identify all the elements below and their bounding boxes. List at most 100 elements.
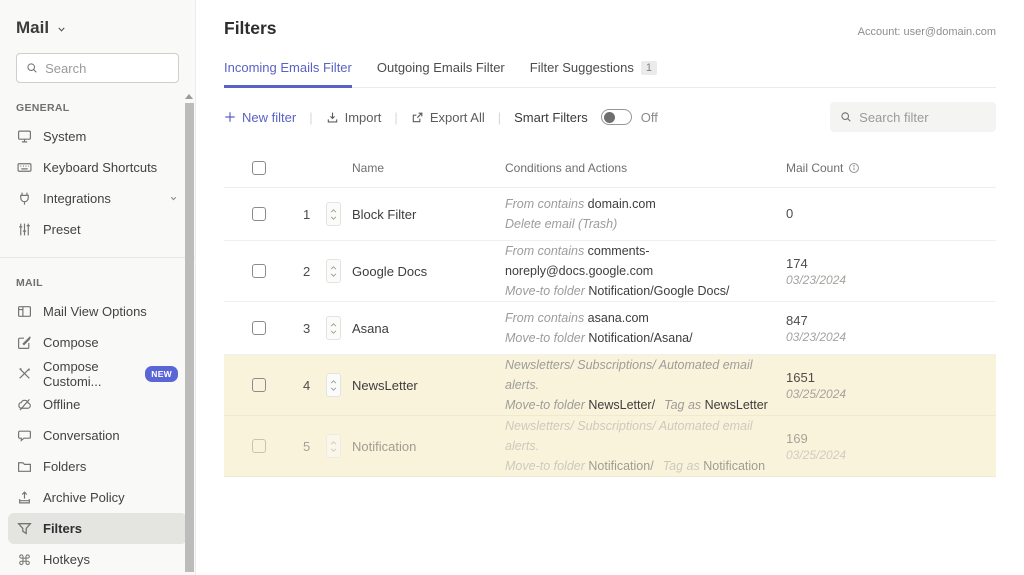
search-icon	[26, 61, 38, 75]
sidebar-item-label: Archive Policy	[43, 490, 125, 505]
tab-outgoing-emails-filter[interactable]: Outgoing Emails Filter	[377, 60, 505, 88]
folder-icon	[17, 459, 32, 474]
import-button[interactable]: Import	[326, 110, 382, 125]
sidebar-scrollbar[interactable]	[184, 94, 194, 575]
mail-count-cell: 847 03/23/2024	[786, 313, 996, 344]
filter-tabs: Incoming Emails Filter Outgoing Emails F…	[224, 60, 996, 88]
toolbar-separator: |	[498, 110, 501, 125]
filter-name[interactable]: NewsLetter	[352, 378, 505, 393]
row-checkbox[interactable]	[252, 439, 266, 453]
filter-name[interactable]: Google Docs	[352, 264, 505, 279]
sidebar-item-system[interactable]: System	[8, 121, 187, 152]
sidebar-item-integrations[interactable]: Integrations	[8, 183, 187, 214]
filter-conditions: From contains domain.com Delete email (T…	[505, 194, 786, 234]
filter-conditions: From contains asana.com Move-to folder N…	[505, 308, 786, 348]
page-title: Filters	[224, 18, 277, 39]
row-checkbox[interactable]	[252, 378, 266, 392]
settings-window: Mail GENERAL System Keyboard Shortcuts I…	[0, 0, 1024, 575]
filter-order: 3	[300, 321, 326, 336]
order-stepper[interactable]	[326, 434, 341, 458]
sidebar-item-label: Hotkeys	[43, 552, 90, 567]
tab-filter-suggestions[interactable]: Filter Suggestions 1	[530, 60, 657, 88]
tab-incoming-emails-filter[interactable]: Incoming Emails Filter	[224, 60, 352, 88]
smart-filters-toggle[interactable]	[601, 109, 632, 125]
sidebar-item-label: Preset	[43, 222, 81, 237]
order-stepper[interactable]	[326, 202, 341, 226]
order-stepper[interactable]	[326, 316, 341, 340]
chevron-down-icon	[330, 448, 337, 452]
mail-settings-menu[interactable]: Mail	[0, 0, 195, 38]
sidebar-section-general: GENERAL	[16, 102, 179, 114]
sidebar-search-input[interactable]	[45, 61, 169, 76]
sidebar-item-label: Folders	[43, 459, 86, 474]
search-filter-box	[830, 102, 996, 132]
settings-sidebar: Mail GENERAL System Keyboard Shortcuts I…	[0, 0, 196, 575]
sidebar-item-filters[interactable]: Filters	[8, 513, 187, 544]
table-row: 2 Google Docs From contains comments-nor…	[224, 241, 996, 302]
toggle-knob	[604, 112, 615, 123]
sidebar-item-label: System	[43, 129, 86, 144]
system-icon	[17, 129, 32, 144]
filter-name[interactable]: Asana	[352, 321, 505, 336]
sidebar-item-archive-policy[interactable]: Archive Policy	[8, 482, 187, 513]
sidebar-item-keyboard-shortcuts[interactable]: Keyboard Shortcuts	[8, 152, 187, 183]
column-header-name: Name	[352, 161, 505, 175]
column-header-mail-count: Mail Count	[786, 161, 996, 175]
sidebar-item-mail-view-options[interactable]: Mail View Options	[8, 296, 187, 327]
filter-order: 2	[300, 264, 326, 279]
table-row-highlighted: 4 NewsLetter Newsletters/ Subscriptions/…	[224, 355, 996, 416]
new-filter-label: New filter	[242, 110, 296, 125]
chevron-down-icon	[330, 216, 337, 220]
row-checkbox[interactable]	[252, 264, 266, 278]
toggle-state-label: Off	[641, 110, 658, 125]
scrollbar-thumb[interactable]	[185, 103, 194, 572]
integrations-icon	[17, 191, 32, 206]
sidebar-item-preset[interactable]: Preset	[8, 214, 187, 245]
sidebar-item-label: Offline	[43, 397, 80, 412]
filters-table: Name Conditions and Actions Mail Count 1…	[224, 148, 996, 477]
table-header-row: Name Conditions and Actions Mail Count	[224, 148, 996, 188]
filter-name[interactable]: Block Filter	[352, 207, 505, 222]
chevron-down-icon	[56, 24, 67, 35]
sidebar-item-hotkeys[interactable]: ⌘ Hotkeys	[8, 544, 187, 575]
chevron-down-icon	[169, 194, 178, 203]
new-filter-button[interactable]: New filter	[224, 110, 296, 125]
smart-filters-label: Smart Filters	[514, 110, 588, 125]
mail-settings-menu-label: Mail	[16, 18, 49, 38]
filter-order: 1	[300, 207, 326, 222]
sidebar-item-label: Compose Customi...	[43, 359, 132, 389]
chevron-down-icon	[330, 387, 337, 391]
row-checkbox[interactable]	[252, 321, 266, 335]
import-icon	[326, 111, 339, 124]
filters-panel: Filters Account: user@domain.com Incomin…	[196, 0, 1024, 575]
table-row: 1 Block Filter From contains domain.com …	[224, 188, 996, 241]
mail-view-options-icon	[17, 304, 32, 319]
sidebar-divider	[0, 257, 195, 258]
order-stepper[interactable]	[326, 373, 341, 397]
command-icon: ⌘	[17, 553, 32, 567]
scrollbar-up-arrow[interactable]	[185, 94, 193, 99]
chevron-up-icon	[330, 380, 337, 384]
chevron-down-icon	[330, 273, 337, 277]
sidebar-item-label: Compose	[43, 335, 99, 350]
mail-count-cell: 169 03/25/2024	[786, 431, 996, 462]
info-icon[interactable]	[848, 162, 860, 174]
mail-count-cell: 174 03/23/2024	[786, 256, 996, 287]
sidebar-item-compose[interactable]: Compose	[8, 327, 187, 358]
filter-icon	[17, 521, 32, 536]
sidebar-item-offline[interactable]: Offline	[8, 389, 187, 420]
filter-name[interactable]: Notification	[352, 439, 505, 454]
row-checkbox[interactable]	[252, 207, 266, 221]
sidebar-item-conversation[interactable]: Conversation	[8, 420, 187, 451]
select-all-checkbox[interactable]	[252, 161, 266, 175]
mail-count-cell: 0	[786, 206, 996, 223]
export-all-button[interactable]: Export All	[411, 110, 485, 125]
order-stepper[interactable]	[326, 259, 341, 283]
sidebar-item-compose-customization[interactable]: Compose Customi... NEW	[8, 358, 187, 389]
new-badge: NEW	[145, 366, 178, 382]
chevron-up-icon	[330, 323, 337, 327]
chevron-up-icon	[330, 266, 337, 270]
sidebar-item-folders[interactable]: Folders	[8, 451, 187, 482]
column-header-conditions: Conditions and Actions	[505, 161, 786, 175]
search-filter-input[interactable]	[859, 110, 986, 125]
